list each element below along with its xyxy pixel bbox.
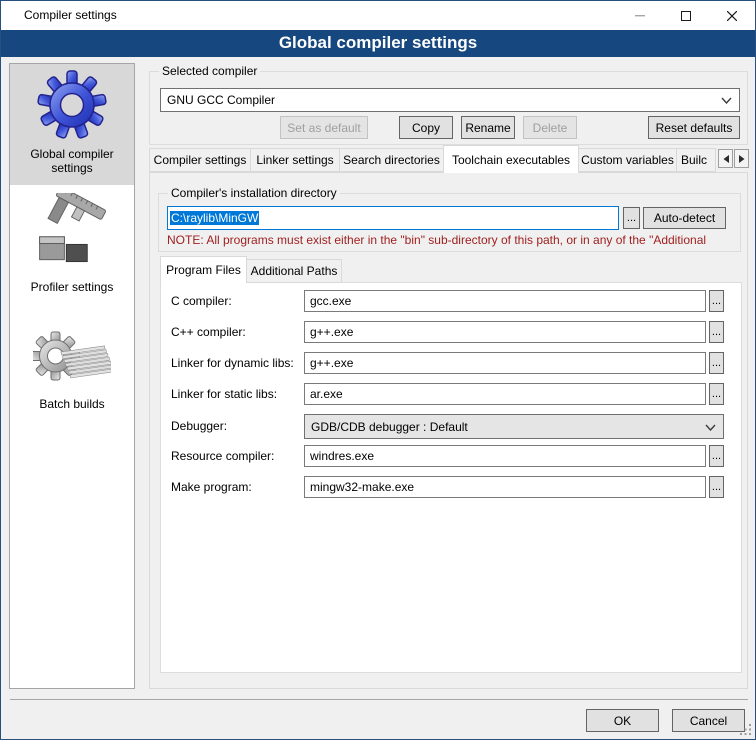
resource-compiler-label: Resource compiler:: [171, 445, 274, 467]
c-compiler-input[interactable]: [304, 290, 706, 312]
sidebar-item-batch-builds[interactable]: Batch builds: [10, 316, 134, 420]
selected-compiler-group-label: Selected compiler: [159, 64, 260, 79]
batch-builds-icon: [33, 326, 111, 390]
dynamic-linker-input[interactable]: [304, 352, 706, 374]
title-bar[interactable]: Compiler settings: [1, 1, 755, 30]
resource-compiler-input[interactable]: [304, 445, 706, 467]
profiler-caliper-icon: [32, 193, 112, 273]
c-compiler-label: C compiler:: [171, 290, 232, 312]
install-dir-selected-text: C:\raylib\MinGW: [170, 211, 259, 225]
tab-program-files[interactable]: Program Files: [160, 256, 247, 283]
debugger-select[interactable]: GDB/CDB debugger : Default: [304, 414, 724, 439]
footer-separator: [10, 699, 748, 700]
tab-custom-variables[interactable]: Custom variables: [578, 148, 677, 172]
chevron-down-icon: [721, 97, 732, 104]
dynamic-linker-label: Linker for dynamic libs:: [171, 352, 294, 374]
install-dir-note: NOTE: All programs must exist either in …: [167, 233, 734, 249]
minimize-button[interactable]: [617, 1, 663, 30]
settings-category-list: Global compiler settings Profiler settin…: [9, 63, 135, 689]
tab-scroll-left-button[interactable]: [718, 149, 733, 168]
tab-scroll-right-button[interactable]: [734, 149, 749, 168]
tab-compiler-settings[interactable]: Compiler settings: [149, 148, 251, 172]
installation-directory-group: Compiler's installation directory C:\ray…: [158, 193, 741, 252]
static-linker-input[interactable]: [304, 383, 706, 405]
ok-button[interactable]: OK: [586, 709, 659, 732]
make-program-input[interactable]: [304, 476, 706, 498]
arrow-left-icon: [723, 155, 729, 163]
installation-directory-group-label: Compiler's installation directory: [168, 186, 340, 201]
compiler-select-value: GNU GCC Compiler: [167, 93, 275, 107]
static-linker-browse-button[interactable]: ...: [709, 383, 724, 405]
arrow-right-icon: [739, 155, 745, 163]
debugger-label: Debugger:: [171, 415, 227, 437]
install-dir-browse-button[interactable]: ...: [623, 207, 640, 229]
cpp-compiler-label: C++ compiler:: [171, 321, 246, 343]
delete-button[interactable]: Delete: [523, 116, 577, 139]
make-program-label: Make program:: [171, 476, 252, 498]
static-linker-label: Linker for static libs:: [171, 383, 277, 405]
resource-compiler-browse-button[interactable]: ...: [709, 445, 724, 467]
sidebar-item-global-compiler-settings[interactable]: Global compiler settings: [10, 64, 134, 185]
sidebar-item-label: Profiler settings: [17, 280, 127, 294]
c-compiler-browse-button[interactable]: ...: [709, 290, 724, 312]
rename-button[interactable]: Rename: [461, 116, 515, 139]
cancel-button[interactable]: Cancel: [672, 709, 745, 732]
sidebar-item-profiler-settings[interactable]: Profiler settings: [10, 191, 134, 301]
tab-search-directories[interactable]: Search directories: [339, 148, 444, 172]
maximize-icon: [681, 11, 691, 21]
window-title: Compiler settings: [24, 1, 117, 30]
make-program-browse-button[interactable]: ...: [709, 476, 724, 498]
install-dir-input[interactable]: C:\raylib\MinGW: [167, 206, 619, 230]
banner: Global compiler settings: [1, 30, 755, 57]
debugger-select-value: GDB/CDB debugger : Default: [311, 420, 468, 434]
close-icon: [727, 11, 737, 21]
dynamic-linker-browse-button[interactable]: ...: [709, 352, 724, 374]
resize-grip[interactable]: [740, 724, 752, 736]
chevron-down-icon: [705, 424, 716, 431]
close-button[interactable]: [709, 1, 755, 30]
selected-compiler-group: Selected compiler GNU GCC Compiler Set a…: [149, 71, 748, 145]
cpp-compiler-browse-button[interactable]: ...: [709, 321, 724, 343]
tab-additional-paths[interactable]: Additional Paths: [246, 259, 342, 283]
compiler-settings-dialog: Compiler settings Global compiler settin…: [0, 0, 756, 740]
auto-detect-button[interactable]: Auto-detect: [643, 207, 726, 229]
tab-linker-settings[interactable]: Linker settings: [250, 148, 340, 172]
tab-toolchain-executables[interactable]: Toolchain executables: [443, 145, 579, 173]
maximize-button[interactable]: [663, 1, 709, 30]
sidebar-item-label: Batch builds: [17, 397, 127, 411]
cpp-compiler-input[interactable]: [304, 321, 706, 343]
copy-button[interactable]: Copy: [399, 116, 453, 139]
minimize-icon: [635, 14, 645, 17]
blue-gear-icon: [37, 70, 107, 140]
sidebar-item-label: Global compiler settings: [17, 147, 127, 175]
reset-defaults-button[interactable]: Reset defaults: [648, 116, 740, 139]
tab-build-options-truncated[interactable]: Builc: [676, 148, 716, 172]
compiler-select[interactable]: GNU GCC Compiler: [160, 88, 740, 112]
page-title: Global compiler settings: [279, 33, 477, 52]
set-as-default-button[interactable]: Set as default: [280, 116, 368, 139]
